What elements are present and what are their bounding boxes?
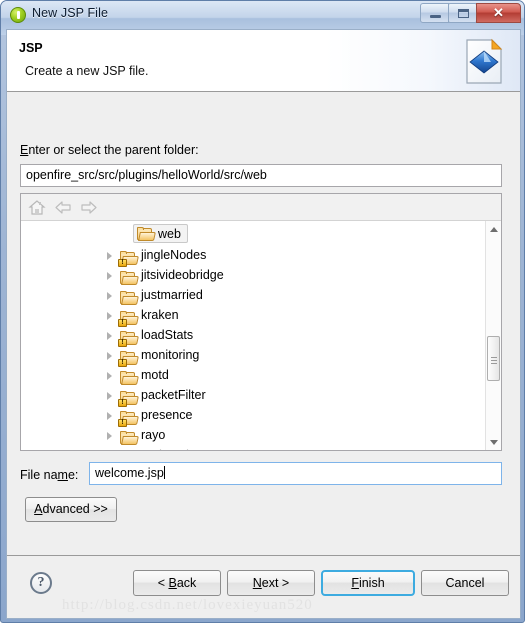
tree-item[interactable]: justmarried — [21, 286, 501, 306]
finish-button-label: Finish — [351, 576, 385, 590]
folder-tree[interactable]: web ! jingleNodes jitsivideobridge justmarr… — [21, 221, 501, 450]
folder-icon: ! — [118, 351, 139, 367]
watermark: http://blog.csdn.net/lovexieyuan520 — [62, 597, 313, 613]
next-button-label: Next > — [252, 576, 290, 590]
next-button[interactable]: Next > — [227, 570, 315, 596]
tree-item-label: loadStats — [141, 328, 194, 342]
expand-arrow-icon[interactable] — [107, 412, 112, 420]
scroll-down-icon[interactable] — [486, 434, 501, 450]
advanced-button[interactable]: Advanced >> — [25, 497, 117, 522]
tree-item[interactable]: jitsivideobridge — [21, 266, 501, 286]
close-button[interactable]: ✕ — [476, 3, 521, 23]
expand-arrow-icon[interactable] — [107, 352, 112, 360]
tree-item[interactable]: ! loadStats — [21, 326, 501, 347]
folder-icon: ! — [118, 391, 139, 407]
expand-arrow-icon[interactable] — [107, 332, 112, 340]
tree-item-label: monitoring — [141, 348, 200, 362]
minimize-icon — [430, 15, 441, 18]
maximize-button[interactable] — [448, 3, 477, 23]
folder-icon — [137, 226, 156, 241]
tree-item-label: rayo — [141, 428, 166, 442]
title-bar[interactable]: New JSP File ✕ — [1, 1, 525, 29]
parent-folder-label-text: nter or select the parent folder: — [28, 143, 199, 157]
folder-icon — [120, 371, 139, 385]
expand-arrow-icon[interactable] — [107, 292, 112, 300]
folder-icon: ! — [118, 251, 139, 267]
tree-item[interactable]: ! monitoring — [21, 346, 501, 367]
page-title: JSP — [19, 41, 43, 55]
forward-arrow-icon[interactable] — [79, 198, 99, 217]
back-button[interactable]: < Back — [133, 570, 221, 596]
tree-item-label: packetFilter — [141, 388, 206, 402]
page-description: Create a new JSP file. — [25, 64, 149, 78]
tree-item[interactable]: rayo — [21, 426, 501, 446]
parent-folder-label: Enter or select the parent folder: — [20, 143, 199, 157]
folder-icon — [120, 271, 139, 285]
advanced-button-label: dvanced >> — [42, 502, 108, 516]
expand-arrow-icon[interactable] — [107, 312, 112, 320]
tree-item[interactable]: motd — [21, 366, 501, 386]
folder-icon: ! — [118, 411, 139, 427]
tree-item[interactable]: ! kraken — [21, 306, 501, 327]
file-name-label-mnemonic: m — [57, 468, 68, 482]
tree-toolbar — [21, 194, 501, 221]
tree-item-label: presence — [141, 408, 193, 422]
folder-icon — [120, 291, 139, 305]
new-jsp-file-banner-icon — [460, 36, 510, 86]
text-caret — [163, 466, 165, 479]
expand-arrow-icon[interactable] — [107, 272, 112, 280]
expand-arrow-icon[interactable] — [107, 392, 112, 400]
folder-icon: ! — [118, 311, 139, 327]
tree-item-root-label: web — [158, 226, 181, 241]
finish-button[interactable]: Finish — [321, 570, 415, 596]
dialog-body: Enter or select the parent folder: openf… — [7, 93, 520, 555]
folder-icon — [120, 431, 139, 445]
dialog-client-area: JSP Create a new JSP file. Enter or sele… — [6, 29, 521, 619]
file-name-input[interactable]: welcome.jsp — [89, 462, 502, 485]
window-controls: ✕ — [420, 3, 521, 23]
folder-tree-panel: web ! jingleNodes jitsivideobridge justmarr… — [20, 193, 502, 451]
cancel-button[interactable]: Cancel — [421, 570, 509, 596]
dialog-footer: ? < Back Next > Finish Cancel http://blo… — [7, 555, 520, 618]
advanced-button-mnemonic: A — [34, 502, 43, 516]
tree-item-label: justmarried — [141, 288, 203, 302]
tree-item-label: motd — [141, 368, 169, 382]
file-name-label-pre: File na — [20, 468, 58, 482]
expand-arrow-icon[interactable] — [107, 372, 112, 380]
back-button-label: < Back — [157, 576, 197, 590]
maximize-icon — [458, 9, 469, 18]
file-name-label-post: e: — [67, 468, 79, 482]
tree-item-label: registration — [141, 448, 203, 450]
wizard-banner: JSP Create a new JSP file. — [7, 30, 520, 92]
cancel-button-label: Cancel — [445, 576, 485, 590]
parent-folder-input[interactable]: openfire_src/src/plugins/helloWorld/src/… — [20, 164, 502, 187]
dialog-window: New JSP File ✕ JSP Create a new JSP file… — [0, 0, 525, 623]
minimize-button[interactable] — [420, 3, 449, 23]
window-title: New JSP File — [32, 6, 108, 20]
tree-item[interactable]: registration — [21, 446, 501, 450]
back-arrow-icon[interactable] — [53, 198, 73, 217]
tree-item-label: jingleNodes — [141, 248, 207, 262]
tree-item[interactable]: ! jingleNodes — [21, 246, 501, 267]
tree-item-root[interactable]: web — [133, 224, 188, 243]
tree-item-label: kraken — [141, 308, 179, 322]
help-button[interactable]: ? — [30, 572, 52, 594]
home-icon[interactable] — [27, 198, 47, 217]
file-name-label: File name: — [20, 468, 78, 482]
scroll-up-icon[interactable] — [486, 221, 501, 237]
expand-arrow-icon[interactable] — [107, 432, 112, 440]
close-icon: ✕ — [493, 5, 504, 20]
tree-vertical-scrollbar[interactable] — [485, 221, 501, 450]
tree-item-label: jitsivideobridge — [141, 268, 224, 282]
scrollbar-thumb[interactable] — [487, 336, 500, 381]
jsp-wizard-icon — [10, 7, 26, 23]
folder-icon: ! — [118, 331, 139, 347]
tree-item[interactable]: ! presence — [21, 406, 501, 427]
expand-arrow-icon[interactable] — [107, 252, 112, 260]
file-name-value: welcome.jsp — [95, 466, 164, 480]
tree-item[interactable]: ! packetFilter — [21, 386, 501, 407]
